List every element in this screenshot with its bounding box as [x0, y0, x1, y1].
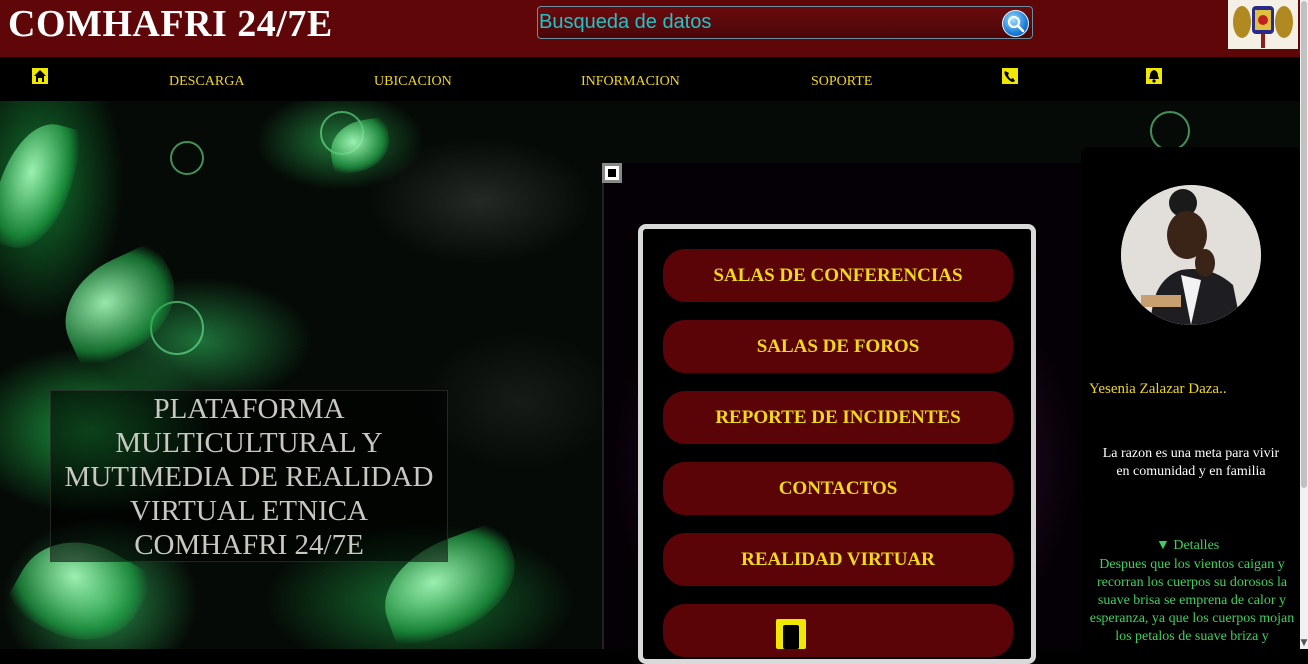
search-button[interactable]	[1002, 10, 1029, 37]
search-icon	[1007, 15, 1025, 33]
top-bar: COMHAFRI 24/7E	[0, 0, 1308, 57]
panel-toggle-button[interactable]	[602, 163, 622, 183]
realidad-virtuar-button[interactable]: REALIDAD VIRTUAR	[663, 533, 1013, 586]
nav-item-ubicacion[interactable]: UBICACION	[374, 74, 452, 90]
profile-quote: La razon es una meta para vivir en comun…	[1102, 446, 1280, 479]
main-nav: DESCARGA UBICACION INFORMACION SOPORTE	[0, 57, 1300, 101]
hero-title-box: PLATAFORMA MULTICULTURAL Y MUTIMEDIA DE …	[50, 390, 448, 562]
decor-swirl	[1150, 111, 1190, 151]
details-text: Despues que los vientos caigan y recorra…	[1089, 557, 1295, 644]
decor-leaf	[0, 114, 86, 258]
search-box	[537, 6, 1033, 39]
decor-swirl	[170, 141, 204, 175]
document-icon	[776, 619, 806, 649]
hero-title: PLATAFORMA MULTICULTURAL Y MUTIMEDIA DE …	[64, 393, 434, 561]
brand-title[interactable]: COMHAFRI 24/7E	[8, 2, 333, 46]
bell-icon[interactable]	[1145, 67, 1163, 85]
page-scrollbar[interactable]	[1300, 0, 1308, 649]
nav-item-descarga[interactable]: DESCARGA	[169, 74, 244, 90]
profile-card: Yesenia Zalazar Daza.. La razon es una m…	[1081, 147, 1301, 649]
search-input[interactable]	[538, 7, 979, 38]
profile-name: Yesenia Zalazar Daza..	[1089, 381, 1227, 397]
salas-foros-button[interactable]: SALAS DE FOROS	[663, 320, 1013, 373]
scroll-down-arrow-icon[interactable]: ▼	[1300, 637, 1308, 649]
avatar[interactable]	[1121, 185, 1261, 325]
phone-icon[interactable]	[1001, 67, 1019, 85]
home-icon[interactable]	[31, 67, 49, 85]
extra-menu-button[interactable]	[663, 604, 1013, 657]
profile-photo	[1121, 185, 1261, 325]
details-toggle[interactable]: ▼ Detalles	[1156, 538, 1219, 554]
nav-item-soporte[interactable]: SOPORTE	[811, 74, 872, 90]
logo[interactable]	[1228, 0, 1298, 49]
contactos-button[interactable]: CONTACTOS	[663, 462, 1013, 515]
coat-of-arms-icon	[1228, 0, 1298, 49]
reporte-incidentes-button[interactable]: REPORTE DE INCIDENTES	[663, 391, 1013, 444]
nav-item-informacion[interactable]: INFORMACION	[581, 74, 680, 90]
salas-conferencias-button[interactable]: SALAS DE CONFERENCIAS	[663, 249, 1013, 302]
scrollbar-thumb[interactable]	[1301, 1, 1307, 488]
